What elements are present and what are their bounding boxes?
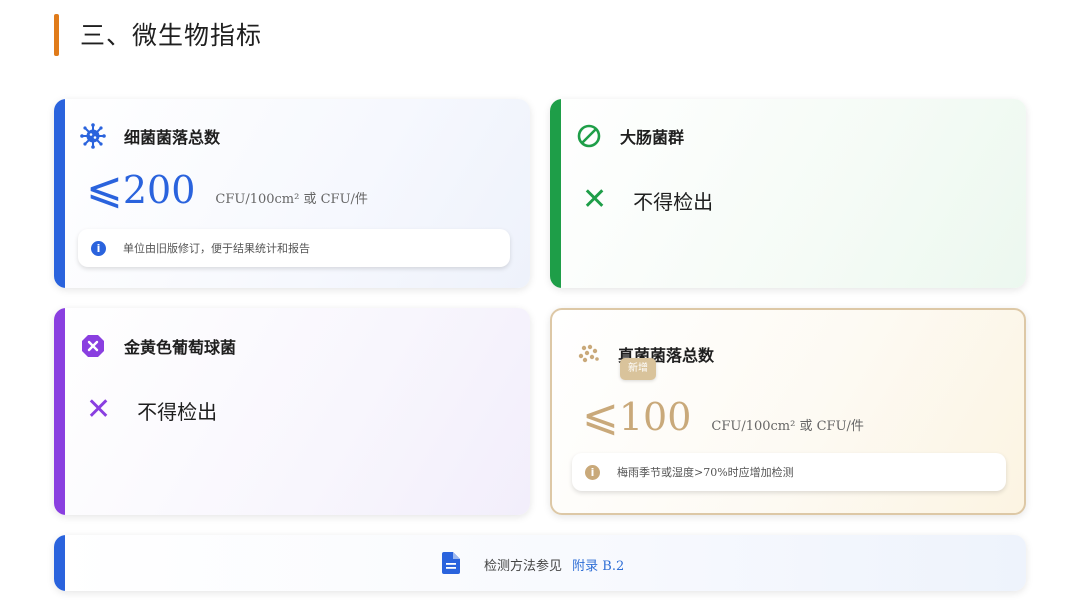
footer-reference-bar: 检测方法参见 附录 B.2 bbox=[54, 535, 1026, 591]
card-header: 金黄色葡萄球菌 bbox=[80, 333, 236, 359]
card-accent-bar bbox=[550, 99, 561, 288]
card-header: 大肠菌群 bbox=[576, 123, 684, 149]
limit-number: 200 bbox=[122, 168, 196, 212]
cross-icon: ✕ bbox=[86, 392, 112, 427]
card-header: 细菌菌落总数 bbox=[80, 123, 220, 149]
dots-icon bbox=[576, 341, 602, 367]
info-icon: i bbox=[585, 464, 600, 480]
info-icon: i bbox=[91, 240, 106, 256]
result-row: ✕ 不得检出 bbox=[86, 395, 217, 425]
page-title: 三、微生物指标 bbox=[80, 21, 263, 50]
card-title: 金黄色葡萄球菌 bbox=[124, 338, 237, 357]
appendix-link[interactable]: 附录 B.2 bbox=[572, 559, 624, 574]
cross-icon: ✕ bbox=[582, 182, 608, 217]
limit-value: ⩽ 100 CFU/100cm² 或 CFU/件 bbox=[582, 390, 864, 441]
card-accent-bar bbox=[54, 99, 65, 288]
octagon-x-icon bbox=[80, 333, 106, 359]
card-coliform: 大肠菌群 ✕ 不得检出 bbox=[550, 99, 1026, 288]
virus-icon bbox=[80, 123, 106, 149]
card-title: 大肠菌群 bbox=[620, 128, 685, 147]
limit-value: ⩽ 200 CFU/100cm² 或 CFU/件 bbox=[86, 163, 368, 214]
card-fungi-count: 真菌菌落总数 新增 ⩽ 100 CFU/100cm² 或 CFU/件 i 梅雨季… bbox=[550, 308, 1026, 515]
result-text: 不得检出 bbox=[137, 399, 218, 424]
note-text: 单位由旧版修订，便于结果统计和报告 bbox=[123, 242, 310, 255]
note-text: 梅雨季节或湿度>70%时应增加检测 bbox=[617, 466, 794, 479]
limit-unit: CFU/100cm² 或 CFU/件 bbox=[215, 192, 368, 207]
prohibited-icon bbox=[576, 123, 602, 149]
card-title: 细菌菌落总数 bbox=[124, 128, 221, 147]
card-accent-bar bbox=[54, 308, 65, 515]
le-symbol: ⩽ bbox=[582, 390, 619, 441]
card-staph-aureus: 金黄色葡萄球菌 ✕ 不得检出 bbox=[54, 308, 530, 515]
footer-text-row: 检测方法参见 附录 B.2 bbox=[484, 555, 624, 574]
limit-number: 100 bbox=[618, 395, 692, 439]
limit-unit: CFU/100cm² 或 CFU/件 bbox=[711, 419, 864, 434]
result-text: 不得检出 bbox=[633, 189, 714, 214]
info-note: i 单位由旧版修订，便于结果统计和报告 bbox=[78, 229, 510, 267]
info-note: i 梅雨季节或湿度>70%时应增加检测 bbox=[572, 453, 1006, 491]
card-accent-bar bbox=[54, 535, 65, 591]
new-badge: 新增 bbox=[620, 358, 656, 380]
footer-label: 检测方法参见 bbox=[484, 559, 563, 574]
title-accent-bar bbox=[54, 14, 59, 56]
result-row: ✕ 不得检出 bbox=[582, 185, 713, 215]
document-icon bbox=[442, 552, 460, 578]
card-bacteria-count: 细菌菌落总数 ⩽ 200 CFU/100cm² 或 CFU/件 i 单位由旧版修… bbox=[54, 99, 530, 288]
le-symbol: ⩽ bbox=[86, 163, 123, 214]
